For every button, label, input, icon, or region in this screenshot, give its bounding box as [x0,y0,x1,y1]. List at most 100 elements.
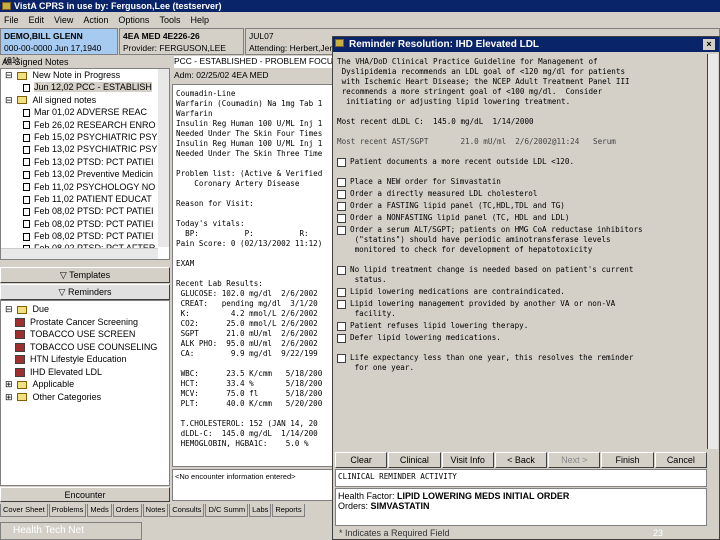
reminder-item[interactable]: TOBACCO USE SCREEN [1,328,169,341]
menu-view[interactable]: View [54,12,73,28]
tab-consults[interactable]: Consults [169,504,205,517]
checkbox[interactable] [337,322,346,331]
checkbox[interactable] [337,354,346,363]
option-label: Lipid lowering management provided by an… [350,299,616,318]
option-label: Defer lipid lowering medications. [350,333,501,342]
dialog-title-bar: Reminder Resolution: IHD Elevated LDL × [333,37,719,52]
resolution-option[interactable]: Order a NONFASTING lipid panel (TC, HDL … [337,213,703,223]
tree-note-item[interactable]: Feb 08,02 PTSD: PCT PATIEI [1,205,169,217]
tree-folder[interactable]: ⊟ New Note in Progress [1,69,169,81]
tab-problems[interactable]: Problems [48,504,87,517]
orders-value: SIMVASTATIN [370,501,430,511]
menu-help[interactable]: Help [190,12,209,28]
note-icon [23,232,30,241]
status-count: 23 [652,528,663,538]
resolution-option[interactable]: Patient documents a more recent outside … [337,157,703,167]
resolution-option[interactable]: Lipid lowering management provided by an… [337,299,703,319]
checkbox[interactable] [337,226,346,235]
tree-note-item[interactable]: Feb 11,02 PATIENT EDUCAT [1,193,169,205]
expand-icon[interactable]: ⊟ [5,95,13,105]
checkbox[interactable] [337,214,346,223]
reminder-folder-due[interactable]: ⊟ Due [1,303,169,316]
visit-info-button[interactable]: Visit Info [441,452,494,468]
back-button[interactable]: < Back [494,452,548,468]
resolution-option[interactable]: Order a serum ALT/SGPT; patients on HMG … [337,225,703,255]
notes-horizontal-scrollbar[interactable] [1,248,158,259]
tree-note-item[interactable]: Feb 13,02 Preventive Medicin [1,168,169,180]
encounter-button[interactable]: Encounter [0,487,170,502]
resolution-option[interactable]: Order a FASTING lipid panel (TC,HDL,TDL … [337,201,703,211]
reminder-folder-other[interactable]: ⊞ Other Categories [1,391,169,404]
resolution-option[interactable]: Patient refuses lipid lowering therapy. [337,321,703,331]
checkbox[interactable] [337,334,346,343]
checkbox[interactable] [337,300,346,309]
cancel-button[interactable]: Cancel [654,452,707,468]
menu-file[interactable]: File [4,12,19,28]
tab-cover-sheet[interactable]: Cover Sheet [0,504,48,517]
note-icon [23,145,30,154]
tree-note-item[interactable]: Mar 01,02 ADVERSE REAC [1,106,169,118]
checkbox[interactable] [337,202,346,211]
tree-note-item[interactable]: Feb 26,02 RESEARCH ENRO [1,119,169,131]
menu-action[interactable]: Action [83,12,108,28]
folder-label: Due [32,304,50,314]
resolution-option[interactable]: Defer lipid lowering medications. [337,333,703,343]
clear-button[interactable]: Clear [335,452,388,468]
menu-tools[interactable]: Tools [159,12,180,28]
checkbox[interactable] [337,178,346,187]
tab-meds[interactable]: Meds [87,504,112,517]
tab-labs[interactable]: Labs [249,504,272,517]
tab-notes[interactable]: Notes [142,504,169,517]
resolution-option[interactable]: Place a NEW order for Simvastatin [337,177,703,187]
tree-note-item[interactable]: Feb 08,02 PTSD: PCT PATIEI [1,218,169,230]
tree-note-item[interactable]: Feb 13,02 PTSD: PCT PATIEI [1,156,169,168]
tree-note-item[interactable]: Feb 13,02 PSYCHIATRIC PSY [1,143,169,155]
tab-d-c-summ[interactable]: D/C Summ [205,504,249,517]
reminder-item[interactable]: TOBACCO USE COUNSELING [1,341,169,354]
tree-item-label: New Note in Progress [32,70,121,80]
tree-note-item[interactable]: Feb 11,02 PSYCHOLOGY NO [1,181,169,193]
menu-options[interactable]: Options [118,12,149,28]
next-button[interactable]: Next > [548,452,601,468]
tree-note-item[interactable]: Jun 12,02 PCC - ESTABLISH [1,81,169,93]
note-icon [23,121,30,130]
tree-note-item[interactable]: Feb 15,02 PSYCHIATRIC PSY [1,131,169,143]
resolution-option[interactable]: Order a directly measured LDL cholestero… [337,189,703,199]
templates-drawer-button[interactable]: ▽ Templates [0,267,170,283]
tree-item-label: Feb 08,02 PTSD: PCT PATIEI [34,206,154,217]
notes-tree[interactable]: ⊟ New Note in Progress Jun 12,02 PCC - EST… [0,68,170,260]
tab-reports[interactable]: Reports [272,504,305,517]
checkbox[interactable] [337,266,346,275]
reminder-icon [15,317,25,327]
resolution-option[interactable]: No lipid treatment change is needed base… [337,265,703,285]
window-title-bar: VistA CPRS in use by: Ferguson,Lee (test… [0,0,720,12]
reminder-icon [15,367,25,377]
resolution-option[interactable]: Life expectancy less than one year, this… [337,353,703,373]
patient-info-button[interactable]: DEMO,BILL GLENN 000-00-0000 Jun 17,1940 (… [0,28,118,65]
close-icon[interactable]: × [703,39,715,50]
reminder-item[interactable]: HTN Lifestyle Education [1,353,169,366]
reminders-tree[interactable]: ⊟ Due Prostate Cancer Screening TOBACCO US… [0,300,170,486]
menu-edit[interactable]: Edit [29,12,45,28]
note-text[interactable]: Coumadin-Line Warfarin (Coumadin) Na 1mg… [172,84,337,467]
tree-folder[interactable]: ⊟ All signed notes [1,94,169,106]
option-group: No lipid treatment change is needed base… [337,265,703,343]
reminder-item[interactable]: IHD Elevated LDL [1,366,169,379]
tree-note-item[interactable]: Feb 08,02 PTSD: PCT PATIEI [1,230,169,242]
tab-orders[interactable]: Orders [112,504,142,517]
notes-vertical-scrollbar[interactable] [158,69,169,247]
checkbox[interactable] [337,158,346,167]
finish-button[interactable]: Finish [601,452,654,468]
reminder-folder-applicable[interactable]: ⊞ Applicable [1,378,169,391]
location-button[interactable]: 4EA MED 4E226-26 Provider: FERGUSON,LEE [119,28,244,55]
dialog-scrollbar[interactable] [707,54,718,449]
checkbox[interactable] [337,288,346,297]
reminder-label: Prostate Cancer Screening [30,316,139,327]
clinical-maint-button[interactable]: Clinical Maint [388,452,441,479]
reminders-drawer-button[interactable]: ▽ Reminders [0,284,170,300]
checkbox[interactable] [337,190,346,199]
dialog-content: The VHA/DoD Clinical Practice Guideline … [335,54,705,451]
resolution-option[interactable]: Lipid lowering medications are contraind… [337,287,703,297]
reminder-item[interactable]: Prostate Cancer Screening [1,316,169,329]
expand-icon[interactable]: ⊟ [5,70,13,80]
